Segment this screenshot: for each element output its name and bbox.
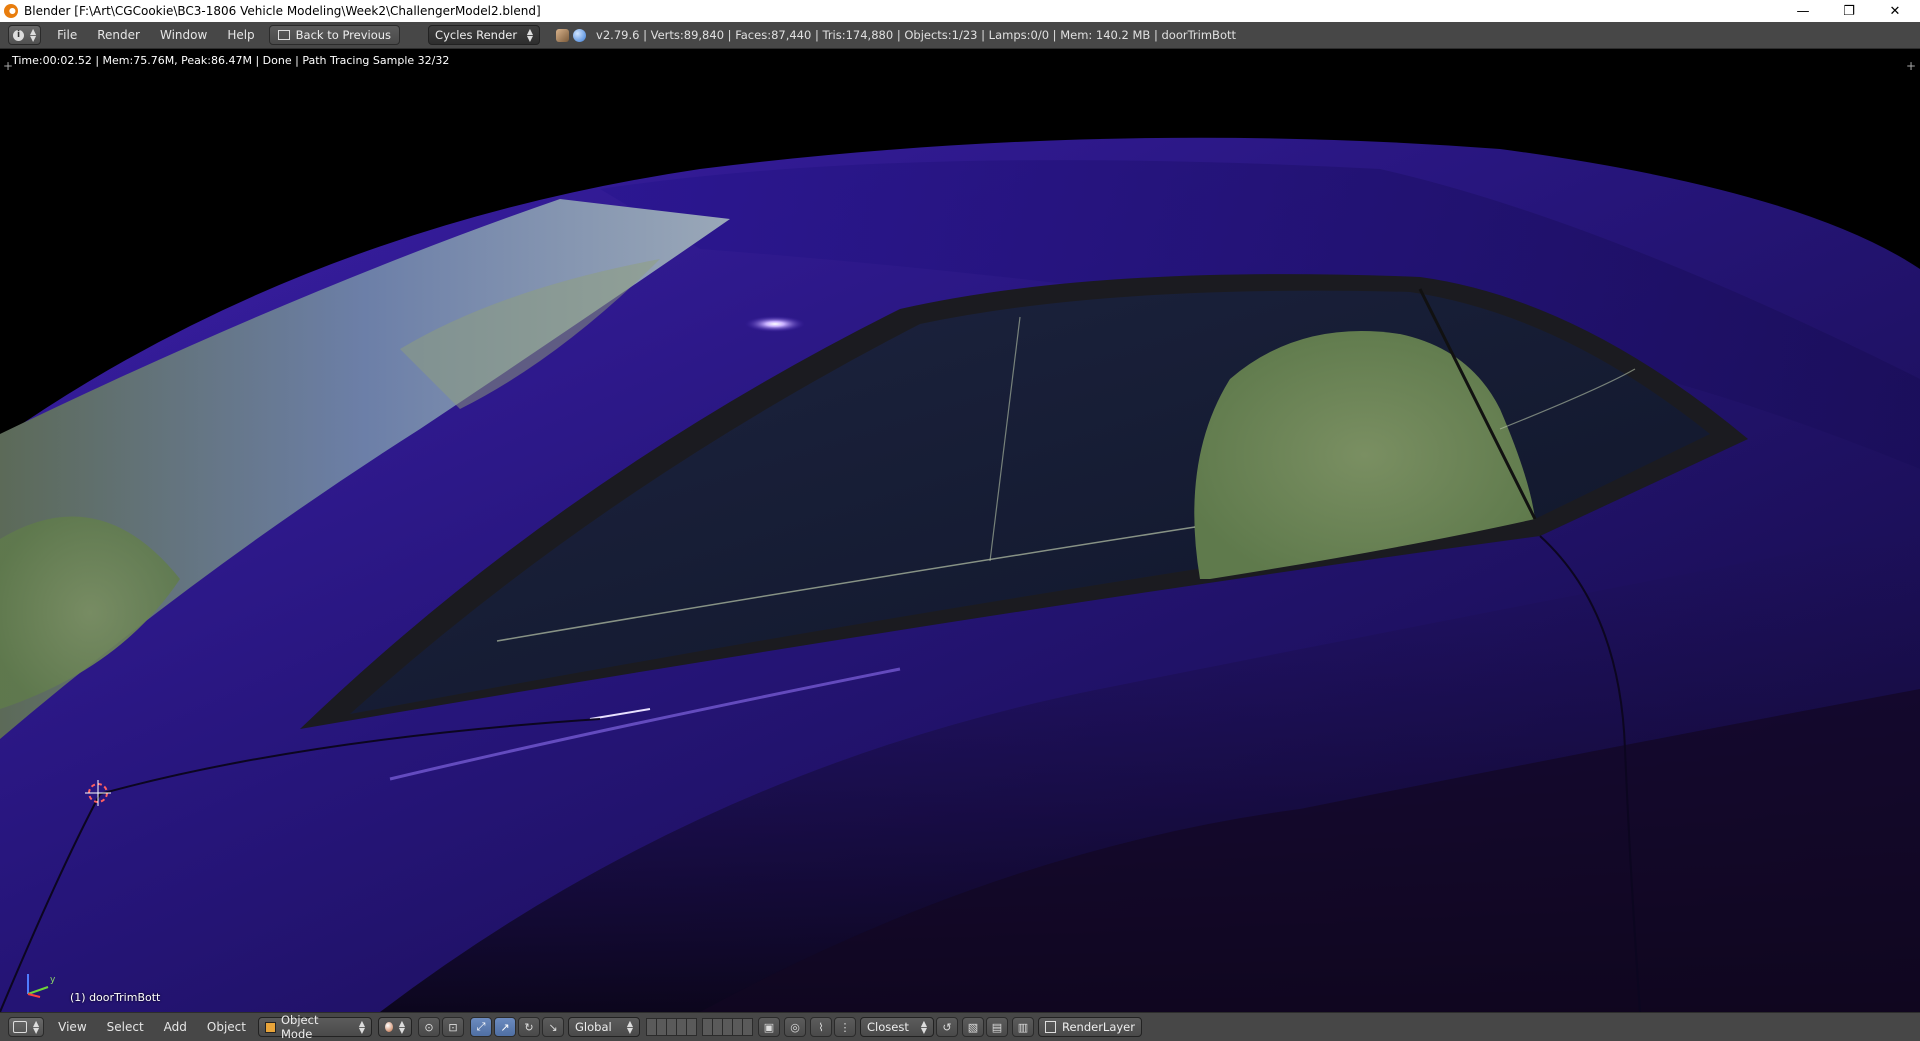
render-layer-selector[interactable]: RenderLayer: [1038, 1017, 1142, 1037]
viewport-shading-dropdown[interactable]: ▲ ▼: [378, 1017, 412, 1037]
snap-target-dropdown[interactable]: Closest ▲ ▼: [860, 1017, 934, 1037]
manipulator-toggle-icon[interactable]: ⤢: [470, 1017, 492, 1037]
render-status-text: Time:00:02.52 | Mem:75.76M, Peak:86.47M …: [12, 54, 450, 67]
menu-add[interactable]: Add: [164, 1020, 187, 1034]
opengl-render-animation-icon[interactable]: ▤: [986, 1017, 1008, 1037]
render-engine-label: Cycles Render: [435, 28, 518, 42]
editor-type-3dview-button[interactable]: ▲ ▼: [8, 1017, 45, 1037]
scene-stats: v2.79.6 | Verts:89,840 | Faces:87,440 | …: [596, 28, 1237, 42]
updown-arrows-icon: ▲ ▼: [626, 1019, 633, 1035]
world-icon[interactable]: [573, 28, 587, 42]
interaction-mode-label: Object Mode: [281, 1013, 319, 1041]
rendered-shading-icon: [385, 1022, 393, 1032]
snap-target-label: Closest: [867, 1020, 909, 1034]
updown-arrows-icon: ▲ ▼: [30, 27, 37, 43]
opengl-render-image-icon[interactable]: ▧: [962, 1017, 984, 1037]
transform-orientation-dropdown[interactable]: Global ▲ ▼: [568, 1017, 640, 1037]
updown-arrows-icon: ▲ ▼: [398, 1019, 405, 1035]
active-object-label: (1) doorTrimBott: [70, 991, 161, 1004]
info-header: i ▲ ▼ File Render Window Help Back to Pre…: [0, 22, 1920, 49]
scene-icon[interactable]: [556, 28, 570, 42]
rotate-manipulator-icon[interactable]: ↻: [518, 1017, 540, 1037]
manipulate-origins-icon[interactable]: ⊡: [442, 1017, 464, 1037]
scale-manipulator-icon[interactable]: ↘: [542, 1017, 564, 1037]
render-engine-dropdown[interactable]: Cycles Render ▲ ▼: [428, 25, 541, 45]
window-title: Blender [F:\Art\CGCookie\BC3-1806 Vehicl…: [24, 4, 541, 18]
transform-orientation-label: Global: [575, 1020, 612, 1034]
menu-window[interactable]: Window: [160, 28, 207, 42]
menu-view[interactable]: View: [58, 1020, 86, 1034]
lock-camera-icon[interactable]: ▣: [758, 1017, 780, 1037]
object-mode-icon: [265, 1021, 276, 1033]
back-to-previous-label: Back to Previous: [295, 28, 392, 42]
blender-logo-icon: [4, 4, 18, 18]
back-to-previous-button[interactable]: Back to Previous: [268, 25, 401, 45]
updown-arrows-icon: ▲ ▼: [358, 1019, 365, 1035]
snap-element-icon[interactable]: ⋮: [834, 1017, 856, 1037]
menu-object[interactable]: Object: [207, 1020, 246, 1034]
editor-type-info-button[interactable]: i ▲ ▼: [8, 25, 42, 45]
scene-layers-group-2[interactable]: [702, 1018, 753, 1036]
translate-manipulator-icon[interactable]: ↗: [494, 1017, 516, 1037]
render-layer-icon[interactable]: ▥: [1012, 1017, 1034, 1037]
restore-button[interactable]: ❐: [1826, 0, 1872, 22]
menu-render[interactable]: Render: [97, 28, 140, 42]
align-rotation-icon[interactable]: ↺: [936, 1017, 958, 1037]
info-icon: i: [13, 29, 24, 41]
rendered-car-image: [0, 137, 1920, 1012]
proportional-editing-icon[interactable]: ◎: [784, 1017, 806, 1037]
menu-file[interactable]: File: [57, 28, 77, 42]
minimize-button[interactable]: —: [1780, 0, 1826, 22]
close-button[interactable]: ✕: [1872, 0, 1918, 22]
pivot-point-icon[interactable]: ⊙: [418, 1017, 440, 1037]
render-layer-type-icon: [1045, 1021, 1056, 1033]
render-layer-label: RenderLayer: [1061, 1020, 1135, 1034]
menu-help[interactable]: Help: [227, 28, 254, 42]
window-titlebar: Blender [F:\Art\CGCookie\BC3-1806 Vehicl…: [0, 0, 1920, 22]
area-split-widget-icon[interactable]: +: [3, 59, 13, 73]
scene-layers-group-1[interactable]: [646, 1018, 697, 1036]
snap-toggle-icon[interactable]: ⌇: [810, 1017, 832, 1037]
back-screen-icon: [277, 30, 290, 40]
updown-arrows-icon: ▲ ▼: [526, 27, 534, 43]
menu-select[interactable]: Select: [107, 1020, 144, 1034]
3d-view-header: ▲ ▼ View Select Add Object Object Mode ▲ ▼…: [0, 1012, 1920, 1041]
3d-viewport[interactable]: Time:00:02.52 | Mem:75.76M, Peak:86.47M …: [0, 49, 1920, 1012]
updown-arrows-icon: ▲ ▼: [920, 1019, 927, 1035]
interaction-mode-dropdown[interactable]: Object Mode ▲ ▼: [258, 1013, 372, 1041]
updown-arrows-icon: ▲ ▼: [33, 1019, 40, 1035]
axis-y-label: y: [50, 975, 56, 985]
area-split-widget-icon[interactable]: +: [1906, 59, 1916, 73]
3d-view-icon: [13, 1021, 27, 1033]
